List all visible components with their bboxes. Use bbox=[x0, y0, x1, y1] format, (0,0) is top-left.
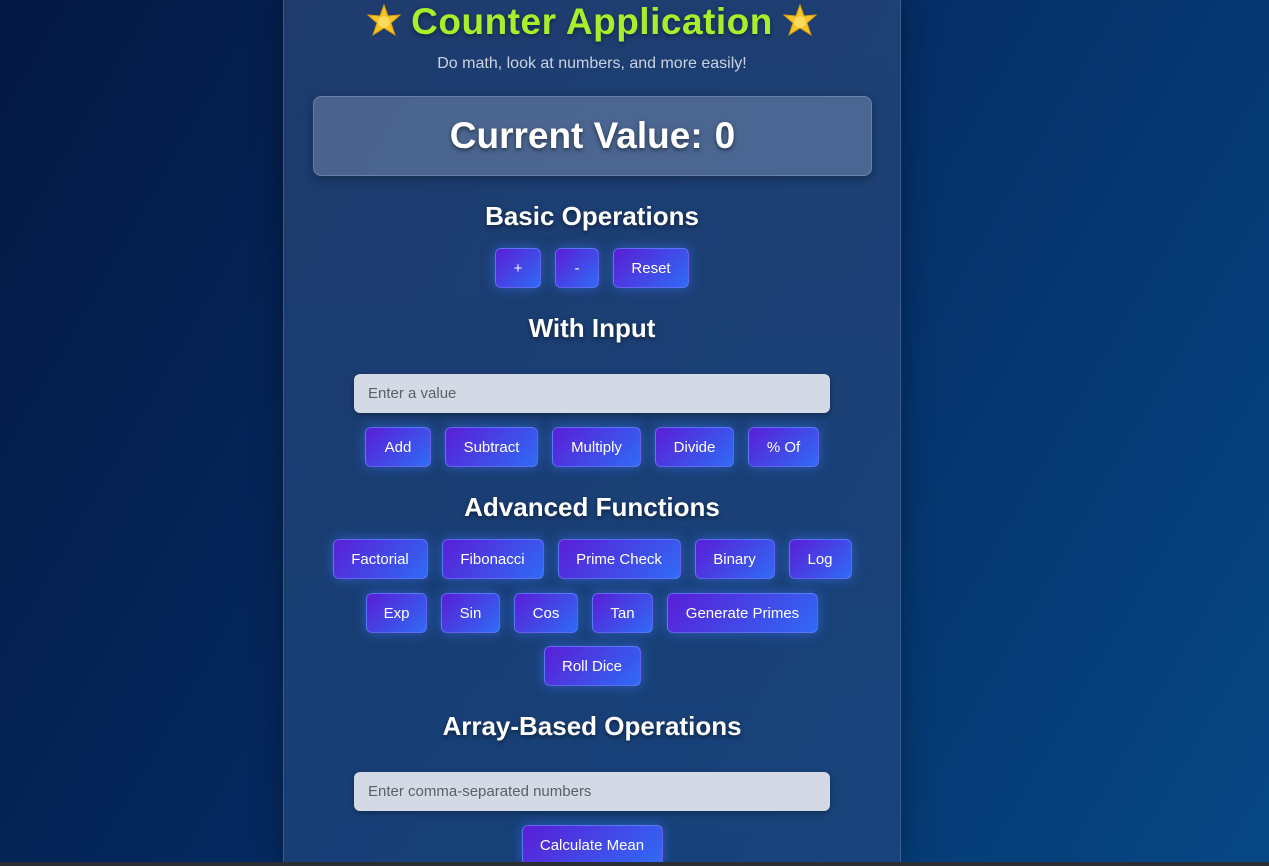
tan-button[interactable]: Tan bbox=[592, 593, 653, 633]
calculate-mean-button[interactable]: Calculate Mean bbox=[521, 825, 663, 865]
title-row: Counter Application bbox=[284, 0, 900, 44]
roll-dice-button[interactable]: Roll Dice bbox=[543, 646, 641, 686]
factorial-button[interactable]: Factorial bbox=[332, 539, 428, 579]
decrement-button[interactable]: - bbox=[555, 248, 599, 288]
add-button[interactable]: Add bbox=[365, 427, 431, 467]
binary-button[interactable]: Binary bbox=[694, 539, 775, 579]
advanced-functions-title: Advanced Functions bbox=[464, 492, 720, 522]
app-subtitle: Do math, look at numbers, and more easil… bbox=[437, 55, 747, 72]
divide-button[interactable]: Divide bbox=[655, 427, 734, 467]
generate-primes-button[interactable]: Generate Primes bbox=[667, 593, 818, 633]
main-panel: Counter Application Do math, look at num… bbox=[283, 0, 901, 866]
basic-operations-title: Basic Operations bbox=[485, 201, 699, 231]
current-value-number: 0 bbox=[714, 115, 736, 156]
array-operations-title: Array-Based Operations bbox=[442, 711, 742, 741]
percent-of-button[interactable]: % Of bbox=[748, 427, 819, 467]
advanced-buttons-row-2: Exp Sin Cos Tan Generate Primes bbox=[284, 593, 900, 633]
prime-check-button[interactable]: Prime Check bbox=[557, 539, 681, 579]
multiply-button[interactable]: Multiply bbox=[552, 427, 641, 467]
increment-button[interactable]: + bbox=[495, 248, 541, 288]
array-input[interactable] bbox=[354, 772, 830, 811]
log-button[interactable]: Log bbox=[788, 539, 852, 579]
advanced-buttons-row-1: Factorial Fibonacci Prime Check Binary L… bbox=[284, 539, 900, 579]
cos-button[interactable]: Cos bbox=[514, 593, 578, 633]
fibonacci-button[interactable]: Fibonacci bbox=[441, 539, 544, 579]
reset-button[interactable]: Reset bbox=[613, 248, 689, 288]
star-icon bbox=[365, 3, 403, 41]
with-input-buttons: Add Subtract Multiply Divide % Of bbox=[284, 427, 900, 467]
sin-button[interactable]: Sin bbox=[441, 593, 500, 633]
star-icon bbox=[781, 3, 819, 41]
value-input[interactable] bbox=[354, 374, 830, 413]
with-input-title: With Input bbox=[528, 313, 656, 343]
bottom-edge bbox=[0, 862, 1269, 866]
subtract-button[interactable]: Subtract bbox=[445, 427, 538, 467]
basic-operations-buttons: + - Reset bbox=[284, 248, 900, 288]
current-value-display: Current Value: 0 bbox=[313, 96, 872, 176]
array-operations-buttons: Calculate Mean bbox=[284, 825, 900, 865]
advanced-buttons-row-3: Roll Dice bbox=[284, 646, 900, 686]
current-value-label: Current Value: bbox=[449, 115, 703, 156]
exp-button[interactable]: Exp bbox=[366, 593, 427, 633]
app-title: Counter Application bbox=[411, 1, 773, 42]
